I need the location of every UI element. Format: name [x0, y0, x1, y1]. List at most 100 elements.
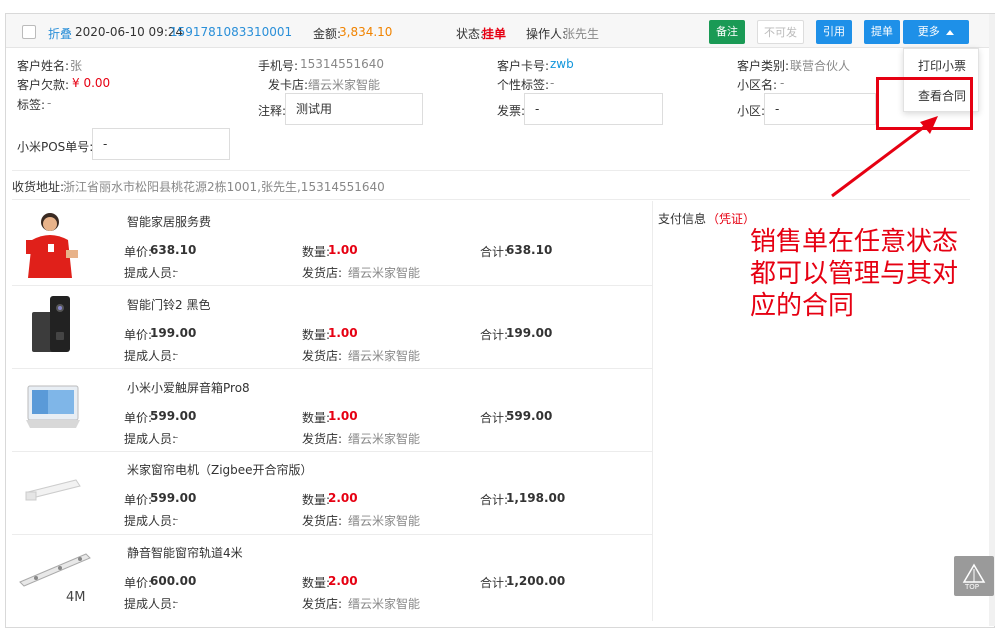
quote-button[interactable]: 引用	[816, 20, 852, 44]
community-name-label: 小区名:	[737, 78, 778, 92]
total-value: 1,198.00	[506, 491, 566, 505]
ship-store-label: 发货店:	[302, 266, 343, 280]
column-divider	[652, 201, 653, 621]
order-datetime: 2020-06-10 09:24	[75, 25, 184, 39]
commission-label: 提成人员:	[124, 597, 177, 611]
item-name: 智能家居服务费	[127, 215, 212, 229]
total-label: 合计:	[480, 493, 509, 507]
status-value: 挂单	[482, 27, 507, 41]
commission-value: -	[174, 347, 179, 361]
total-value: 1,200.00	[506, 574, 566, 588]
print-receipt-menu-item[interactable]: 打印小票	[904, 57, 980, 74]
item-thumbnail	[24, 384, 82, 430]
fold-link[interactable]: 折叠	[48, 25, 72, 42]
payment-info-label: 支付信息	[658, 212, 707, 226]
status-label: 状态:	[456, 27, 485, 41]
top-label: TOP	[965, 583, 980, 591]
item-thumbnail: 4M	[16, 548, 96, 608]
commission-label: 提成人员:	[124, 266, 177, 280]
order-select-checkbox[interactable]	[22, 25, 36, 39]
total-value: 199.00	[506, 326, 553, 340]
pickup-button[interactable]: 提单	[864, 20, 900, 44]
card-no-value[interactable]: zwb	[550, 57, 574, 71]
quantity-label: 数量:	[302, 328, 331, 342]
annotation-text: 销售单在任意状态都可以管理与其对应的合同	[750, 227, 959, 321]
card-no-label: 客户卡号:	[497, 59, 550, 73]
phone-label: 手机号:	[258, 59, 299, 73]
quantity-label: 数量:	[302, 411, 331, 425]
invoice-input[interactable]: -	[524, 93, 663, 125]
total-label: 合计:	[480, 328, 509, 342]
commission-value: -	[174, 264, 179, 278]
quantity-value: 1.00	[328, 409, 358, 423]
personal-tag-label: 个性标签:	[497, 78, 550, 92]
address-value: 浙江省丽水市松阳县桃花源2栋1001,张先生,15314551640	[63, 180, 385, 194]
issuer-value: 缙云米家智能	[308, 78, 381, 92]
scrollbar[interactable]	[989, 14, 995, 626]
ship-store-value: 缙云米家智能	[348, 514, 421, 528]
total-label: 合计:	[480, 411, 509, 425]
quantity-label: 数量:	[302, 493, 331, 507]
unit-price-label: 单价:	[124, 245, 153, 259]
payment-voucher-open: （	[707, 212, 720, 226]
divider	[12, 534, 652, 535]
ship-store-value: 缙云米家智能	[348, 432, 421, 446]
ship-store-label: 发货店:	[302, 514, 343, 528]
unit-price-label: 单价:	[124, 328, 153, 342]
debt-value: ¥ 0.00	[72, 76, 111, 90]
commission-label: 提成人员:	[124, 432, 177, 446]
item-name: 静音智能窗帘轨道4米	[127, 546, 243, 560]
total-value: 638.10	[506, 243, 553, 257]
pos-input[interactable]: -	[92, 128, 230, 160]
rail-length-caption: 4M	[66, 590, 86, 605]
item-thumbnail	[22, 210, 82, 280]
unit-price-value: 599.00	[150, 491, 197, 505]
unit-price-value: 638.10	[150, 243, 197, 257]
total-label: 合计:	[480, 576, 509, 590]
payment-voucher-link[interactable]: 凭证	[719, 210, 743, 227]
unit-price-label: 单价:	[124, 411, 153, 425]
commission-label: 提成人员:	[124, 514, 177, 528]
invoice-label: 发票:	[497, 104, 526, 118]
issuer-label: 发卡店:	[268, 78, 309, 92]
phone-value: 15314551640	[300, 57, 384, 71]
more-button[interactable]: 更多	[903, 20, 969, 44]
quantity-value: 2.00	[328, 574, 358, 588]
debt-label: 客户欠款:	[17, 78, 70, 92]
personal-tag-value: -	[550, 76, 555, 90]
ship-store-value: 缙云米家智能	[348, 266, 421, 280]
unshippable-button[interactable]: 不可发	[757, 20, 804, 44]
commission-value: -	[174, 512, 179, 526]
remark-input[interactable]: 测试用	[285, 93, 423, 125]
remark-label: 注释:	[258, 104, 287, 118]
unit-price-value: 599.00	[150, 409, 197, 423]
community-label: 小区:	[737, 104, 766, 118]
ship-store-label: 发货店:	[302, 349, 343, 363]
customer-category-value: 联营合伙人	[790, 59, 851, 73]
quantity-value: 1.00	[328, 243, 358, 257]
operator-value: 张先生	[563, 27, 600, 41]
divider	[12, 451, 652, 452]
quantity-label: 数量:	[302, 576, 331, 590]
arrow-icon	[831, 116, 938, 198]
unit-price-value: 199.00	[150, 326, 197, 340]
operator-label: 操作人:	[526, 27, 567, 41]
back-to-top-button[interactable]: TOP	[954, 556, 994, 596]
more-button-label: 更多	[917, 25, 940, 38]
amount-label: 金额:	[313, 27, 342, 41]
tag-label: 标签:	[17, 98, 46, 112]
item-thumbnail	[24, 474, 84, 504]
customer-name-label: 客户姓名:	[17, 59, 70, 73]
ship-store-value: 缙云米家智能	[348, 597, 421, 611]
quantity-label: 数量:	[302, 245, 331, 259]
item-name: 小米小爱触屏音箱Pro8	[127, 381, 250, 395]
curtain-motor-icon	[25, 479, 81, 501]
commission-label: 提成人员:	[124, 349, 177, 363]
divider	[12, 285, 652, 286]
order-number-link[interactable]: 1591781083310001	[170, 25, 292, 39]
address-label: 收货地址:	[12, 180, 65, 194]
pos-label: 小米POS单号:	[17, 140, 94, 154]
amount-value: 3,834.10	[339, 25, 393, 39]
quantity-value: 2.00	[328, 491, 358, 505]
note-button[interactable]: 备注	[709, 20, 745, 44]
